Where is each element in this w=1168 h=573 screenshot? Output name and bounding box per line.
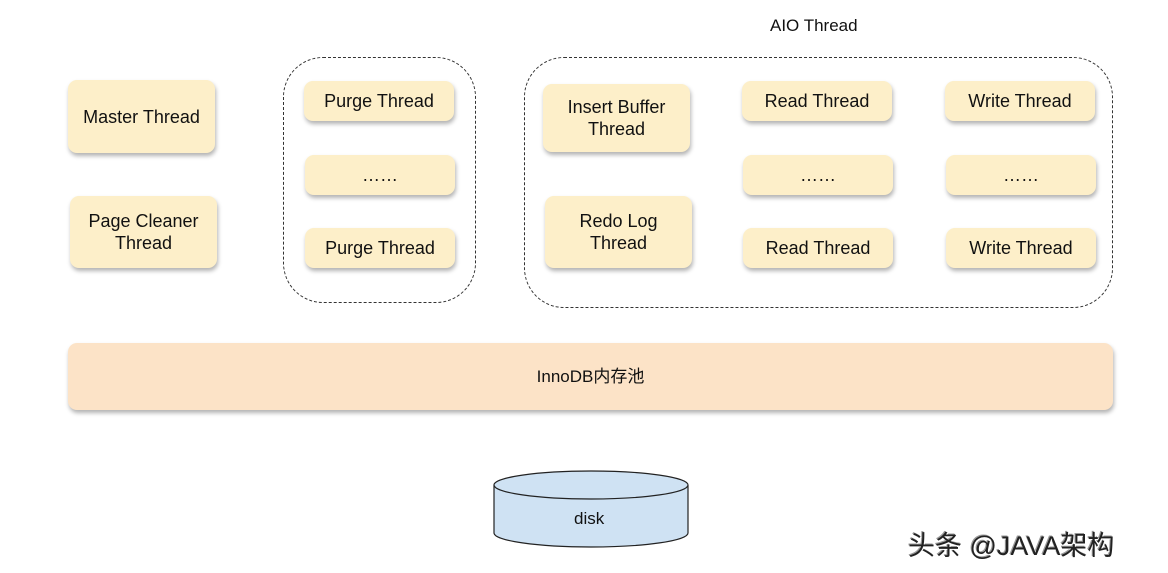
- master-thread-box: Master Thread: [68, 80, 215, 153]
- redo-log-thread-box: Redo Log Thread: [545, 196, 692, 268]
- purge-thread-box: Purge Thread: [304, 81, 454, 121]
- read-thread-ellipsis-box: ……: [743, 155, 893, 195]
- insert-buffer-thread-box: Insert Buffer Thread: [543, 84, 690, 152]
- write-thread-box: Write Thread: [945, 81, 1095, 121]
- read-thread-box: Read Thread: [742, 81, 892, 121]
- purge-thread-ellipsis-box: ……: [305, 155, 455, 195]
- page-cleaner-thread-box: Page Cleaner Thread: [70, 196, 217, 268]
- read-thread-box: Read Thread: [743, 228, 893, 268]
- write-thread-box: Write Thread: [946, 228, 1096, 268]
- purge-thread-box: Purge Thread: [305, 228, 455, 268]
- disk-label: disk: [574, 509, 605, 528]
- write-thread-ellipsis-box: ……: [946, 155, 1096, 195]
- watermark: 头条 @JAVA架构: [908, 531, 1115, 561]
- innodb-buffer-pool: InnoDB内存池: [68, 343, 1113, 410]
- aio-thread-label: AIO Thread: [770, 16, 858, 35]
